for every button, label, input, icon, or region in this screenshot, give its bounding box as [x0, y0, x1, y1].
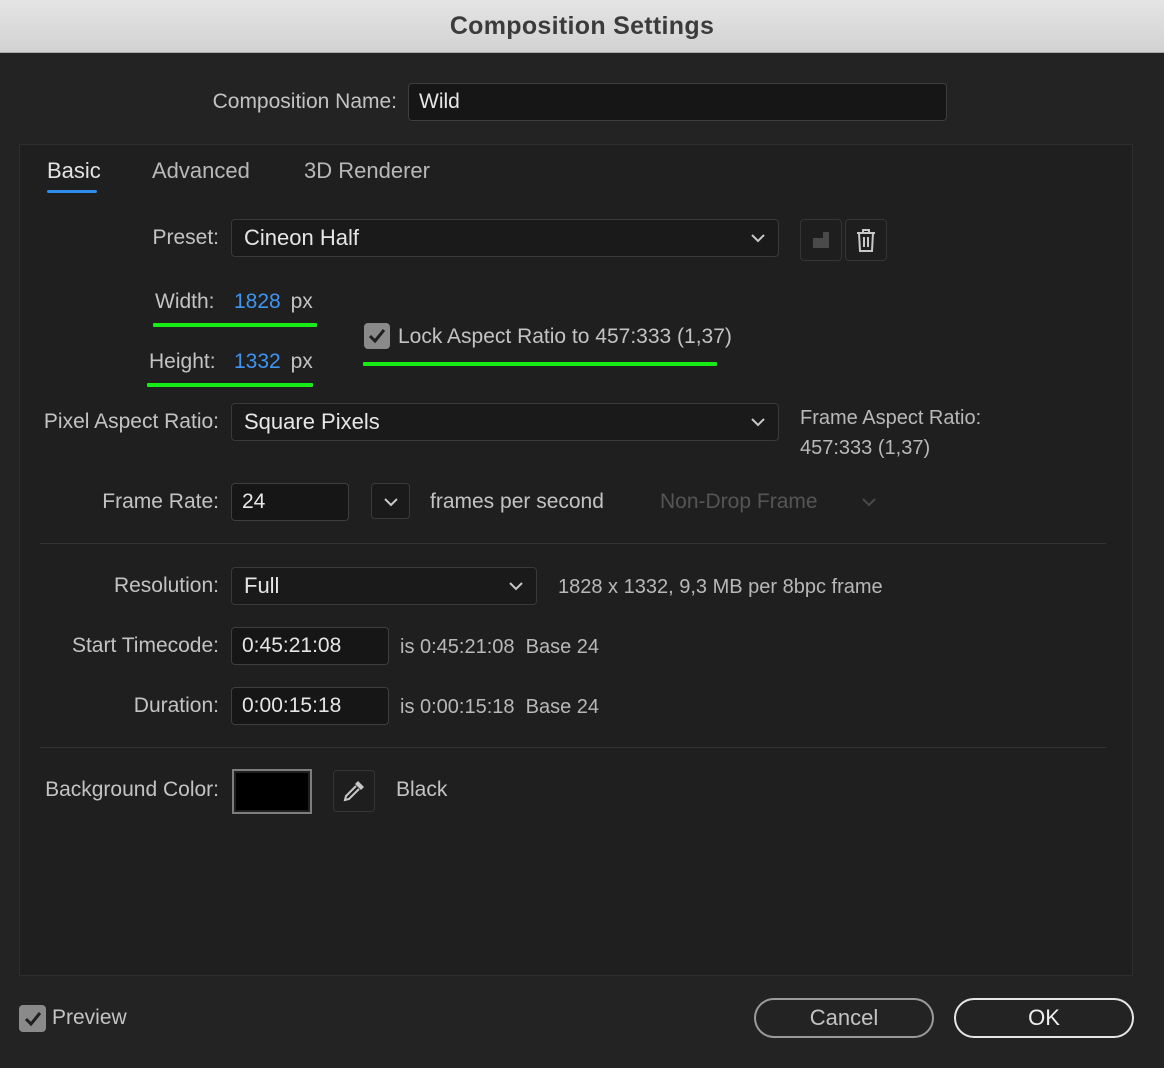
lock-aspect-checkbox[interactable] — [364, 323, 390, 349]
composition-name-label: Composition Name: — [212, 90, 397, 113]
resolution-label: Resolution: — [113, 574, 219, 597]
background-color-fill — [236, 773, 308, 810]
composition-name-value: Wild — [419, 90, 460, 113]
resolution-value: Full — [244, 573, 280, 598]
duration-info: is 0:00:15:18 Base 24 — [400, 696, 600, 718]
divider — [40, 747, 1106, 748]
pixel-aspect-dropdown[interactable]: Square Pixels — [231, 403, 779, 441]
tab-basic[interactable]: Basic — [47, 158, 101, 184]
delete-preset-button[interactable] — [845, 219, 887, 261]
start-timecode-info: is 0:45:21:08 Base 24 — [400, 636, 600, 658]
preset-value: Cineon Half — [244, 225, 359, 250]
preview-label[interactable]: Preview — [52, 1006, 127, 1030]
frame-aspect-label: Frame Aspect Ratio: — [800, 407, 982, 429]
save-preset-icon — [813, 232, 829, 248]
resolution-dropdown[interactable]: Full — [231, 567, 537, 605]
cancel-button[interactable]: Cancel — [754, 998, 934, 1038]
preset-dropdown[interactable]: Cineon Half — [231, 219, 779, 257]
trash-icon — [857, 229, 875, 252]
duration-input[interactable]: 0:00:15:18 — [231, 687, 389, 725]
pixel-aspect-label: Pixel Aspect Ratio: — [43, 410, 219, 433]
duration-value: 0:00:15:18 — [242, 694, 342, 717]
height-field[interactable]: 1332 px — [234, 350, 313, 374]
chevron-down-icon — [384, 498, 398, 507]
lock-aspect-highlight-line — [363, 362, 717, 366]
background-color-name: Black — [396, 778, 448, 801]
title-bar: Composition Settings — [0, 0, 1164, 53]
settings-panel — [19, 144, 1133, 976]
checkmark-icon — [24, 1011, 41, 1026]
width-unit: px — [290, 290, 313, 313]
chevron-down-icon — [509, 582, 523, 591]
height-unit: px — [290, 350, 313, 373]
height-label: Height: — [149, 350, 216, 373]
eyedropper-icon — [343, 781, 364, 802]
duration-label: Duration: — [133, 694, 219, 717]
eyedropper-button[interactable] — [333, 770, 375, 812]
chevron-down-icon — [751, 418, 765, 427]
tab-advanced[interactable]: Advanced — [152, 158, 250, 184]
resolution-info: 1828 x 1332, 9,3 MB per 8bpc frame — [558, 576, 883, 598]
start-timecode-input[interactable]: 0:45:21:08 — [231, 627, 389, 665]
width-field[interactable]: 1828 px — [234, 290, 313, 314]
frame-rate-input[interactable]: 24 — [231, 483, 349, 521]
preview-checkbox[interactable] — [19, 1005, 46, 1032]
divider — [40, 543, 1106, 544]
chevron-down-icon — [862, 498, 876, 507]
width-label: Width: — [155, 290, 215, 313]
lock-aspect-label[interactable]: Lock Aspect Ratio to 457:333 (1,37) — [398, 325, 732, 349]
window-title: Composition Settings — [449, 11, 715, 40]
width-value[interactable]: 1828 — [234, 290, 281, 313]
start-timecode-value: 0:45:21:08 — [242, 634, 342, 657]
frame-aspect-value: 457:333 (1,37) — [800, 437, 931, 459]
height-highlight-line — [147, 383, 313, 387]
start-timecode-label: Start Timecode: — [71, 634, 219, 657]
width-highlight-line — [153, 323, 317, 327]
height-value[interactable]: 1332 — [234, 350, 281, 373]
pixel-aspect-value: Square Pixels — [244, 409, 380, 434]
checkmark-icon — [368, 329, 386, 344]
tab-basic-underline — [47, 190, 97, 193]
frame-rate-dropdown[interactable] — [371, 483, 410, 519]
save-preset-button[interactable] — [800, 219, 842, 261]
composition-name-input[interactable]: Wild — [408, 83, 947, 121]
background-color-swatch[interactable] — [232, 769, 312, 814]
ok-button[interactable]: OK — [954, 998, 1134, 1038]
frames-per-second-label: frames per second — [430, 490, 604, 513]
frame-rate-label: Frame Rate: — [102, 490, 219, 513]
background-color-label: Background Color: — [45, 778, 219, 801]
chevron-down-icon — [751, 234, 765, 243]
preset-label: Preset: — [152, 226, 219, 249]
tab-3d-renderer[interactable]: 3D Renderer — [304, 158, 430, 184]
drop-frame-dropdown: Non-Drop Frame — [660, 490, 818, 513]
frame-rate-value: 24 — [242, 490, 266, 513]
